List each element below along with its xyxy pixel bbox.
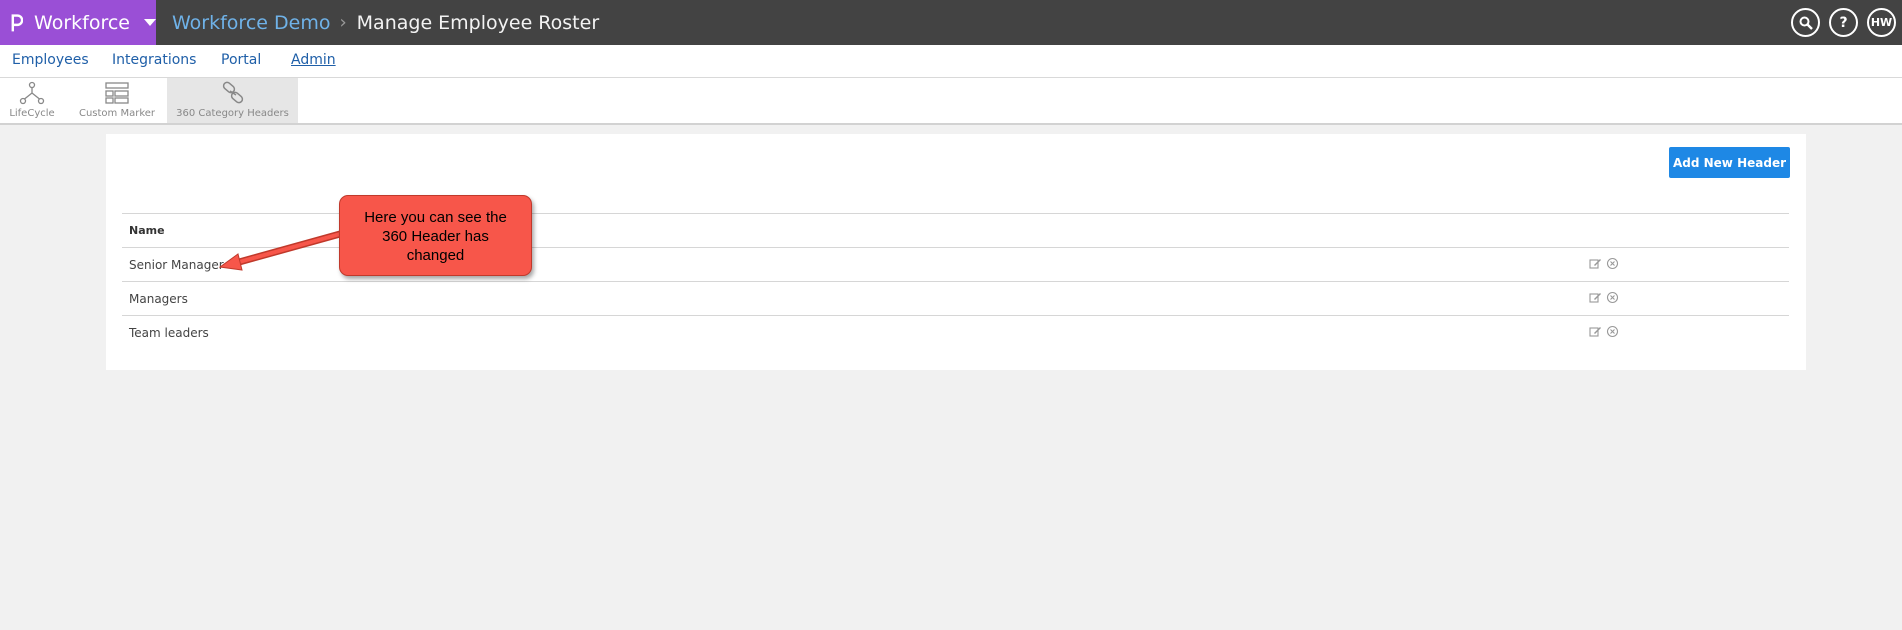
delete-icon[interactable] (1606, 325, 1619, 338)
admin-toolbar: LifeCycle Custom Marker 360 Category Hea… (0, 78, 1902, 125)
page-title: Manage Employee Roster (356, 11, 600, 34)
edit-icon[interactable] (1589, 291, 1602, 304)
nav-employees[interactable]: Employees (12, 52, 89, 68)
nav-integrations[interactable]: Integrations (112, 52, 196, 68)
row-name: Senior Manager (129, 258, 224, 272)
user-avatar[interactable]: HW (1867, 8, 1896, 37)
breadcrumb: Workforce Demo › Manage Employee Roster (172, 0, 599, 45)
row-name: Team leaders (129, 326, 209, 340)
annotation-callout: Here you can see the 360 Header has chan… (339, 195, 532, 276)
callout-line: Here you can see the (364, 209, 507, 226)
tool-label: Custom Marker (78, 108, 156, 119)
tool-label: 360 Category Headers (176, 108, 289, 119)
add-new-header-button[interactable]: Add New Header (1669, 147, 1790, 178)
nav-admin[interactable]: Admin (291, 52, 336, 68)
tool-360-category-headers[interactable]: 360 Category Headers (167, 78, 298, 123)
search-icon[interactable] (1791, 8, 1820, 37)
tool-label: LifeCycle (9, 108, 55, 119)
main-nav: Employees Integrations Portal Admin (0, 45, 1902, 78)
tool-lifecycle[interactable]: LifeCycle (0, 78, 64, 123)
app-switcher[interactable]: Workforce (0, 0, 156, 45)
nav-portal[interactable]: Portal (221, 52, 261, 68)
chevron-down-icon (144, 19, 156, 26)
table-row: Team leaders (122, 316, 1789, 350)
lifecycle-icon (19, 81, 45, 105)
app-name: Workforce (34, 11, 130, 34)
help-icon[interactable]: ? (1829, 8, 1858, 37)
custom-marker-icon (105, 82, 129, 104)
edit-icon[interactable] (1589, 325, 1602, 338)
delete-icon[interactable] (1606, 291, 1619, 304)
delete-icon[interactable] (1606, 257, 1619, 270)
breadcrumb-workforce-demo[interactable]: Workforce Demo (172, 12, 330, 34)
top-actions: ? HW (1791, 8, 1896, 37)
edit-icon[interactable] (1589, 257, 1602, 270)
workforce-logo-icon (11, 13, 24, 31)
callout-line: changed (406, 247, 465, 264)
top-bar: Workforce Workforce Demo › Manage Employ… (0, 0, 1902, 45)
tool-custom-marker[interactable]: Custom Marker (78, 78, 156, 123)
breadcrumb-separator-icon: › (339, 12, 347, 33)
callout-line: 360 Header has (382, 228, 489, 245)
table-row: Managers (122, 282, 1789, 316)
row-name: Managers (129, 292, 188, 306)
link-chain-icon (222, 81, 243, 104)
